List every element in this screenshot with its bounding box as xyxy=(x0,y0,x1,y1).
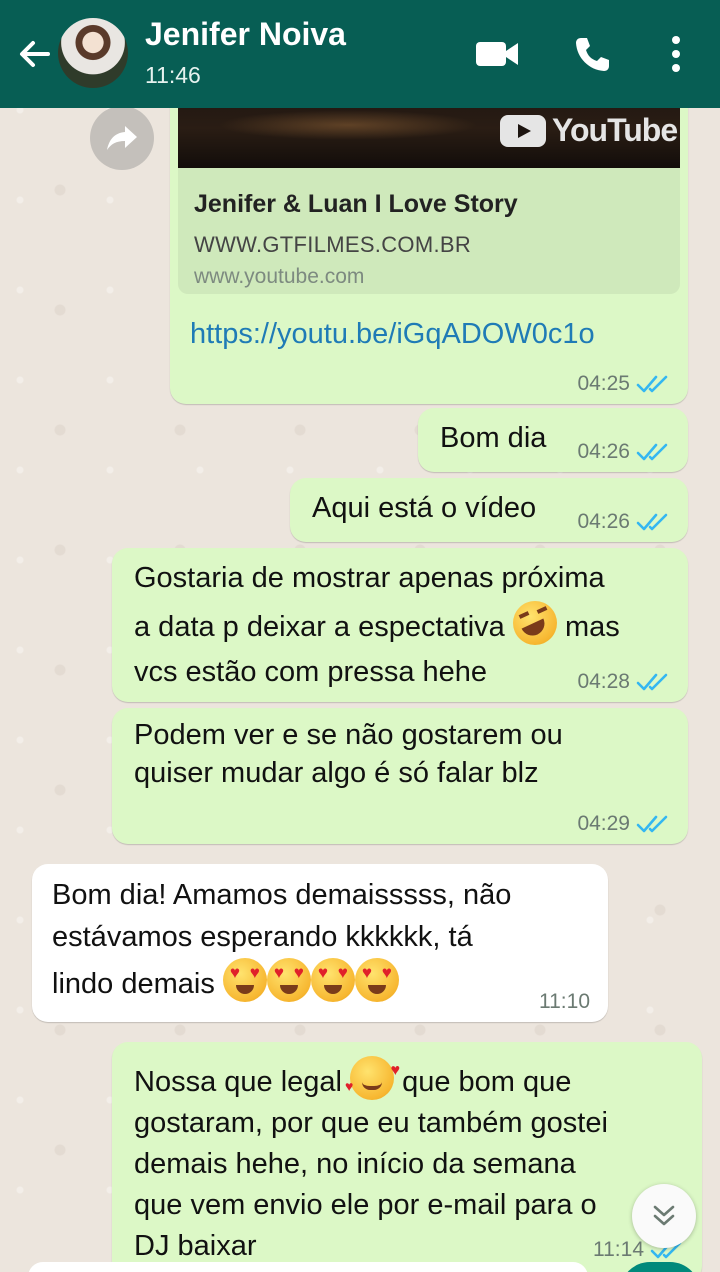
message-line: Bom dia! Amamos demaisssss, não xyxy=(52,879,512,911)
contact-name[interactable]: Jenifer Noiva xyxy=(145,16,346,53)
outgoing-message[interactable]: Bom dia 04:26 xyxy=(418,408,688,472)
message-text: Aqui está o vídeo xyxy=(312,492,537,524)
contact-avatar[interactable] xyxy=(58,18,128,88)
double-check-icon xyxy=(636,443,668,461)
message-line: lindo demais xyxy=(52,958,511,1005)
outgoing-message[interactable]: Aqui está o vídeo 04:26 xyxy=(290,478,688,542)
youtube-wordmark: YouTube xyxy=(552,112,678,148)
message-time: 04:28 xyxy=(577,670,630,693)
double-check-icon xyxy=(636,513,668,531)
message-text: Bom dia! Amamos demaisssss, não estávamo… xyxy=(52,874,511,1005)
smiling-face-with-hearts-emoji-icon xyxy=(345,1050,400,1107)
preview-site: www.youtube.com xyxy=(194,265,365,288)
outgoing-message[interactable]: Gostaria de mostrar apenas próxima a dat… xyxy=(112,548,688,702)
last-seen-status: 11:46 xyxy=(145,62,201,88)
message-fragment: mas xyxy=(564,611,620,643)
link-preview-card[interactable]: YouTube Jenifer & Luan I Love Story WWW.… xyxy=(178,80,680,294)
heart-eyes-emoji-icon xyxy=(354,958,399,1002)
youtube-logo: YouTube xyxy=(500,108,678,153)
message-text: Gostaria de mostrar apenas próxima a dat… xyxy=(134,556,620,695)
message-fragment: lindo demais xyxy=(52,968,215,1000)
phone-icon[interactable] xyxy=(572,34,612,74)
message-link[interactable]: https://youtu.be/iGqADOW0c1o xyxy=(190,312,595,357)
message-time: 11:10 xyxy=(539,990,590,1013)
video-call-icon[interactable] xyxy=(474,34,520,74)
link-message-bubble[interactable]: YouTube Jenifer & Luan I Love Story WWW.… xyxy=(170,80,688,404)
message-time: 11:14 xyxy=(593,1238,644,1261)
rofl-emoji-icon xyxy=(512,601,557,645)
outgoing-message[interactable]: Nossa que legal que bom que gostaram, po… xyxy=(112,1042,702,1272)
message-line: que vem envio ele por e-mail para o xyxy=(134,1189,597,1221)
message-text: Nossa que legal que bom que gostaram, po… xyxy=(134,1050,608,1267)
message-fragment: Nossa que legal xyxy=(134,1066,342,1098)
message-line: Nossa que legal que bom que xyxy=(134,1050,608,1107)
back-arrow-icon[interactable] xyxy=(14,34,54,74)
scroll-to-bottom-button[interactable] xyxy=(632,1184,696,1248)
message-fragment: que bom que xyxy=(402,1066,572,1098)
message-meta: 04:26 xyxy=(577,440,670,464)
heart-eyes-emoji-icon xyxy=(222,958,267,1002)
youtube-play-icon xyxy=(500,114,546,147)
message-line: Gostaria de mostrar apenas próxima xyxy=(134,562,605,594)
message-meta: 11:10 xyxy=(539,990,590,1014)
more-options-icon[interactable] xyxy=(660,32,692,76)
double-check-icon xyxy=(636,815,668,833)
outgoing-message[interactable]: Podem ver e se não gostarem ou quiser mu… xyxy=(112,708,688,844)
chat-header: Jenifer Noiva 11:46 xyxy=(0,0,720,108)
message-time: 04:25 xyxy=(577,372,630,395)
forward-button[interactable] xyxy=(90,106,154,170)
message-meta: 04:29 xyxy=(577,812,670,836)
double-check-icon xyxy=(636,673,668,691)
incoming-message[interactable]: Bom dia! Amamos demaisssss, não estávamo… xyxy=(32,864,608,1022)
message-line: gostaram, por que eu também gostei xyxy=(134,1107,608,1139)
message-fragment: a data p deixar a espectativa xyxy=(134,611,505,643)
message-text: Podem ver e se não gostarem ou quiser mu… xyxy=(134,716,563,792)
message-time: 04:26 xyxy=(577,440,630,463)
message-meta: 04:26 xyxy=(577,510,670,534)
forward-icon xyxy=(107,126,137,150)
message-line: demais hehe, no início da semana xyxy=(134,1148,576,1180)
message-line: quiser mudar algo é só falar blz xyxy=(134,757,539,789)
message-line: a data p deixar a espectativa mas xyxy=(134,601,620,650)
thumbnail-glow xyxy=(218,110,478,140)
message-line: DJ baixar xyxy=(134,1230,257,1262)
message-line: vcs estão com pressa hehe xyxy=(134,656,488,688)
message-input-field[interactable] xyxy=(28,1262,588,1272)
chevron-down-icon xyxy=(653,1205,675,1226)
preview-title: Jenifer & Luan I Love Story xyxy=(194,190,518,218)
message-line: Podem ver e se não gostarem ou xyxy=(134,719,563,751)
message-time: 04:26 xyxy=(577,510,630,533)
heart-eyes-emoji-icon xyxy=(266,958,311,1002)
message-meta: 04:28 xyxy=(577,670,670,694)
message-meta: 04:25 xyxy=(577,372,670,396)
message-text: Bom dia xyxy=(440,422,547,454)
heart-eyes-emoji-icon xyxy=(310,958,355,1002)
message-time: 04:29 xyxy=(577,812,630,835)
double-check-icon xyxy=(636,375,668,393)
message-line: estávamos esperando kkkkkk, tá xyxy=(52,921,473,953)
